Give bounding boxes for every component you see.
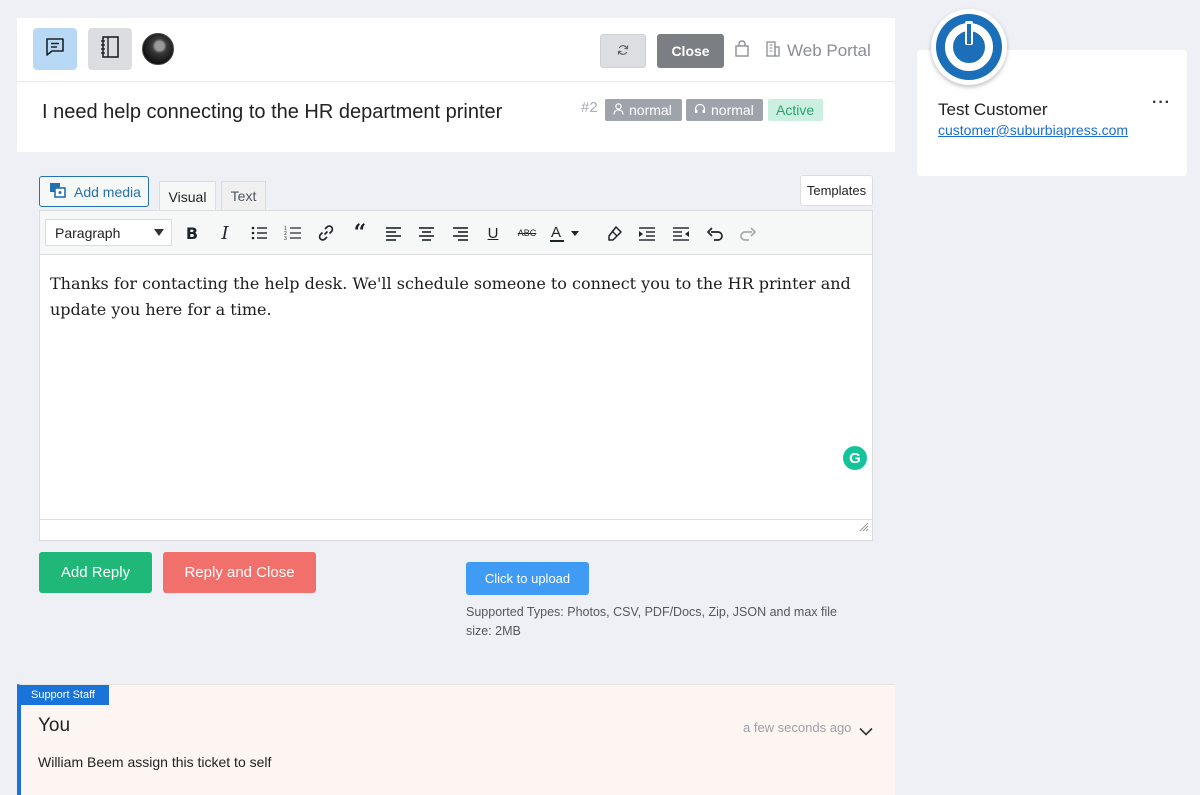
main-panel: Close Web Portal I need help connecting …: [17, 18, 895, 795]
bullet-list-icon[interactable]: [249, 223, 269, 243]
admin-priority-badge[interactable]: normal: [686, 99, 763, 121]
eraser-icon[interactable]: [604, 223, 624, 243]
svg-text:A: A: [551, 224, 561, 241]
reply-content[interactable]: Thanks for contacting the help desk. We'…: [50, 271, 864, 323]
more-options-icon[interactable]: ···: [1152, 94, 1171, 112]
editor-statusbar: [40, 519, 872, 540]
customer-email-link[interactable]: customer@suburbiapress.com: [938, 122, 1128, 138]
refresh-icon: [617, 44, 629, 59]
ticket-number: #2: [581, 99, 598, 116]
support-staff-badge: Support Staff: [17, 685, 109, 705]
customer-name: Test Customer: [938, 100, 1048, 119]
add-reply-button[interactable]: Add Reply: [39, 552, 152, 593]
customer-priority-badge[interactable]: normal: [605, 99, 682, 121]
upload-note: Supported Types: Photos, CSV, PDF/Docs, …: [466, 605, 838, 638]
strikethrough-icon[interactable]: ABC: [517, 223, 537, 243]
undo-icon[interactable]: [705, 223, 725, 243]
numbered-list-icon[interactable]: 123: [283, 223, 303, 243]
redo-icon[interactable]: [738, 223, 758, 243]
tab-visual[interactable]: Visual: [159, 181, 216, 211]
status-badge[interactable]: Active: [768, 99, 823, 121]
indent-icon[interactable]: [637, 223, 657, 243]
bold-icon[interactable]: B: [182, 223, 202, 243]
agent-avatar[interactable]: [142, 33, 174, 65]
reply-editor-area: Add media Visual Text Templates Paragrap…: [17, 152, 895, 684]
chevron-down-icon[interactable]: [859, 723, 873, 741]
conversation-view-button[interactable]: [33, 28, 77, 70]
format-select[interactable]: Paragraph: [45, 219, 172, 246]
grammarly-button[interactable]: G: [843, 446, 867, 470]
blockquote-icon[interactable]: “: [350, 220, 370, 246]
thread-item: Support Staff You a few seconds ago Will…: [17, 684, 895, 795]
svg-text:3: 3: [284, 236, 287, 241]
admin-priority-label: normal: [711, 102, 754, 118]
ticket-topbar: Close Web Portal: [17, 18, 895, 82]
underline-icon[interactable]: U: [483, 223, 503, 243]
outdent-icon[interactable]: [671, 223, 691, 243]
media-icon: [49, 182, 67, 201]
building-icon: [765, 40, 781, 62]
text-color-icon[interactable]: A: [550, 223, 580, 243]
close-ticket-button[interactable]: Close: [657, 34, 724, 68]
italic-icon[interactable]: I: [215, 223, 235, 244]
thread-timestamp: a few seconds ago: [743, 720, 852, 735]
add-media-label: Add media: [74, 183, 141, 200]
rich-text-editor: Paragraph B I 123 “ U ABC A Thanks for c…: [39, 210, 873, 541]
notes-view-button[interactable]: [88, 28, 132, 70]
chevron-down-icon: [154, 229, 164, 236]
align-center-icon[interactable]: [416, 223, 436, 243]
chat-icon: [44, 36, 66, 63]
headset-icon: [694, 102, 706, 118]
tab-text[interactable]: Text: [221, 181, 266, 210]
editor-toolbar: Paragraph B I 123 “ U ABC A: [40, 211, 872, 255]
refresh-button[interactable]: [600, 34, 646, 68]
web-portal-link[interactable]: Web Portal: [765, 40, 871, 62]
align-right-icon[interactable]: [450, 223, 470, 243]
link-icon[interactable]: [316, 223, 336, 243]
resize-handle-icon[interactable]: [859, 519, 869, 537]
notebook-icon: [99, 35, 121, 64]
bag-icon[interactable]: [734, 40, 750, 63]
ticket-header: I need help connecting to the HR departm…: [17, 82, 895, 152]
align-left-icon[interactable]: [383, 223, 403, 243]
customer-avatar: [931, 9, 1007, 85]
templates-button[interactable]: Templates: [800, 175, 873, 206]
format-select-value: Paragraph: [55, 224, 121, 241]
customer-priority-label: normal: [629, 102, 672, 118]
reply-and-close-button[interactable]: Reply and Close: [163, 552, 316, 593]
user-icon: [613, 102, 624, 118]
ticket-title: I need help connecting to the HR departm…: [42, 101, 503, 123]
thread-author: You: [38, 715, 71, 736]
thread-body: William Beem assign this ticket to self: [38, 754, 272, 770]
web-portal-label: Web Portal: [787, 41, 871, 60]
add-media-button[interactable]: Add media: [39, 176, 149, 207]
upload-button[interactable]: Click to upload: [466, 562, 589, 595]
